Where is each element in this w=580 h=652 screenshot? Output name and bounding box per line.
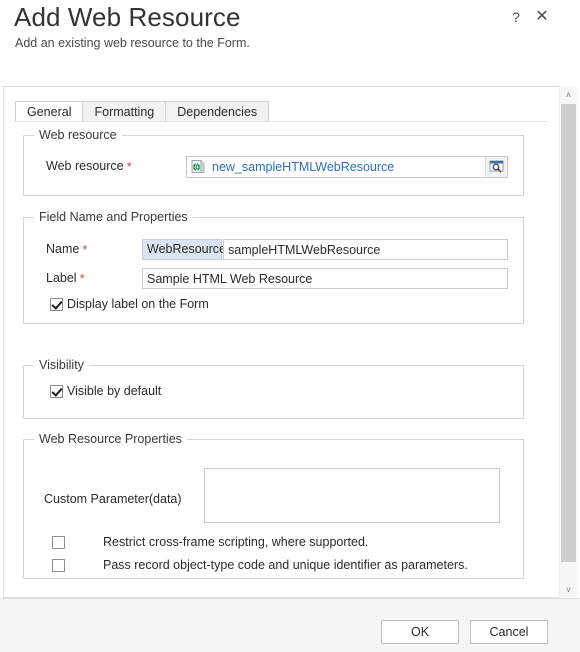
web-resource-icon bbox=[190, 159, 206, 175]
tab-strip: General Formatting Dependencies bbox=[15, 100, 270, 122]
page-title: Add Web Resource bbox=[14, 2, 241, 32]
visible-by-default-checkbox-row[interactable]: Visible by default bbox=[50, 384, 161, 398]
group-web-resource-properties: Web Resource Properties Custom Parameter… bbox=[23, 432, 524, 579]
pass-record-checkbox-row[interactable]: Pass record object-type code and unique … bbox=[52, 558, 468, 572]
scroll-down-arrow-icon[interactable]: ˅ bbox=[560, 581, 577, 598]
dialog-subtitle: Add an existing web resource to the Form… bbox=[15, 36, 250, 50]
restrict-crossframe-checkbox-row[interactable]: Restrict cross-frame scripting, where su… bbox=[52, 535, 368, 549]
visible-by-default-label: Visible by default bbox=[67, 384, 162, 398]
pass-record-label: Pass record object-type code and unique … bbox=[103, 558, 468, 572]
required-star: * bbox=[82, 242, 88, 257]
label-input[interactable] bbox=[142, 268, 508, 289]
tab-general[interactable]: General bbox=[15, 101, 84, 122]
required-star: * bbox=[126, 159, 132, 174]
dialog-header: Add Web Resource Add an existing web res… bbox=[0, 0, 580, 62]
restrict-crossframe-label: Restrict cross-frame scripting, where su… bbox=[103, 535, 369, 549]
group-visibility-legend: Visibility bbox=[34, 358, 89, 372]
custom-parameter-input[interactable] bbox=[204, 468, 500, 523]
name-field-label-text: Name bbox=[46, 242, 80, 256]
web-resource-value: new_sampleHTMLWebResource bbox=[212, 160, 395, 174]
name-prefix-readonly: WebResource_ bbox=[142, 239, 233, 260]
display-label-checkbox[interactable] bbox=[50, 297, 63, 311]
tab-formatting[interactable]: Formatting bbox=[82, 101, 167, 122]
web-resource-field-label: Web resource * bbox=[46, 159, 132, 174]
vertical-scrollbar[interactable]: ˄ ˅ bbox=[559, 86, 577, 598]
label-field-label: Label * bbox=[46, 271, 85, 286]
restrict-crossframe-checkbox[interactable] bbox=[52, 535, 65, 549]
label-field-label-text: Label bbox=[46, 271, 77, 285]
tab-underline bbox=[15, 121, 549, 122]
ok-button[interactable]: OK bbox=[381, 620, 459, 644]
name-input[interactable] bbox=[223, 239, 508, 260]
custom-parameter-label: Custom Parameter(data) bbox=[44, 492, 182, 506]
dialog-footer: OK Cancel bbox=[0, 598, 580, 652]
group-web-resource: Web resource Web resource * new_sampleHTM… bbox=[23, 128, 524, 196]
help-icon[interactable]: ? bbox=[505, 6, 527, 28]
scrollbar-thumb[interactable] bbox=[561, 104, 576, 562]
web-resource-browse-button[interactable] bbox=[485, 157, 507, 177]
web-resource-lookup-input[interactable]: new_sampleHTMLWebResource bbox=[186, 156, 508, 178]
group-web-resource-properties-legend: Web Resource Properties bbox=[34, 432, 187, 446]
cancel-button[interactable]: Cancel bbox=[470, 620, 548, 644]
scroll-up-arrow-icon[interactable]: ˄ bbox=[560, 86, 577, 103]
visible-by-default-checkbox[interactable] bbox=[50, 384, 63, 398]
web-resource-field-label-text: Web resource bbox=[46, 159, 124, 173]
close-icon[interactable]: ✕ bbox=[531, 6, 553, 28]
required-star: * bbox=[79, 271, 85, 286]
name-field-label: Name * bbox=[46, 242, 87, 257]
tab-dependencies[interactable]: Dependencies bbox=[165, 101, 270, 122]
dialog-body: General Formatting Dependencies Web reso… bbox=[3, 86, 559, 598]
pass-record-checkbox[interactable] bbox=[52, 558, 65, 572]
group-visibility: Visibility Visible by default bbox=[23, 358, 524, 419]
group-field-name-legend: Field Name and Properties bbox=[34, 210, 193, 224]
display-label-checkbox-row[interactable]: Display label on the Form bbox=[50, 297, 209, 311]
group-web-resource-legend: Web resource bbox=[34, 128, 122, 142]
group-field-name-properties: Field Name and Properties Name * WebResou… bbox=[23, 210, 524, 324]
display-label-checkbox-label: Display label on the Form bbox=[67, 297, 209, 311]
